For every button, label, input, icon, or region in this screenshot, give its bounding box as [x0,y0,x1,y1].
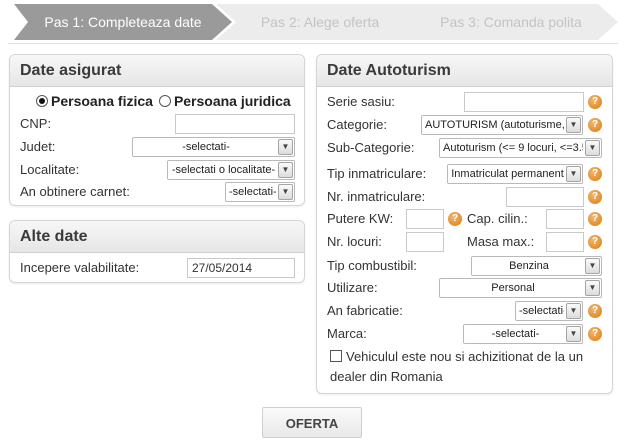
marca-label: Marca: [327,326,367,341]
radio-persoana-fizica[interactable]: Persoana fizica [36,93,153,109]
chevron-down-icon: ▼ [278,184,293,200]
row-subcategorie: Sub-Categorie: Autoturism (<= 9 locuri, … [317,138,612,158]
question-help-icon[interactable]: ? [588,118,602,132]
an-fab-label: An fabricatie: [327,303,403,318]
tip-inm-label: Tip inmatriculare: [327,166,427,181]
panel-date-autoturism: Date Autoturism Serie sasiu: ? Categorie… [316,54,613,394]
subcategorie-label: Sub-Categorie: [327,140,415,155]
step-3: Pas 3: Comanda polita [404,4,618,40]
steps-divider [8,43,618,44]
cnp-input[interactable] [175,114,295,134]
utilizare-select[interactable]: Personal ▼ [439,278,602,298]
question-help-icon[interactable]: ? [588,235,602,249]
an-fabricatie-select[interactable]: -selectati- ▼ [515,301,583,321]
localitate-select[interactable]: -selectati o localitate- ▼ [167,160,295,180]
panel-title: Date asigurat [10,55,304,87]
carnet-select[interactable]: -selectati- ▼ [225,182,295,202]
chevron-down-icon: ▼ [278,139,293,155]
persoana-type-group: Persoana fizica Persoana juridica [36,93,297,109]
serie-sasiu-input[interactable] [464,92,584,112]
subcategorie-select[interactable]: Autoturism (<= 9 locuri, <=3.5 ▼ [439,138,602,158]
row-judet: Judet: -selectati- ▼ [10,137,304,157]
chevron-down-icon: ▼ [278,162,293,178]
putere-kw-input[interactable] [406,209,444,229]
localitate-label: Localitate: [20,162,80,177]
nr-inmatriculare-input[interactable] [506,187,584,207]
panel-title: Date Autoturism [317,55,612,87]
row-categorie: Categorie: AUTOTURISM (autoturisme, a ▼ … [317,115,612,135]
row-nr-inmatriculare: Nr. inmatriculare: ? [317,187,612,207]
categorie-label: Categorie: [327,117,387,132]
vehicul-nou-label: Vehiculul este nou si achizitionat de la… [330,349,584,384]
judet-label: Judet: [20,139,56,154]
putere-label: Putere KW: [327,211,394,226]
chevron-down-icon: ▼ [566,303,581,319]
cap-label: Cap. cilin.: [467,211,528,226]
row-carnet: An obtinere carnet: -selectati- ▼ [10,182,304,202]
row-combustibil: Tip combustibil: Benzina ▼ [317,256,612,276]
combustibil-select[interactable]: Benzina ▼ [471,256,602,276]
chevron-down-icon: ▼ [566,117,581,133]
locuri-label: Nr. locuri: [327,234,382,249]
radio-selected-icon [36,95,48,107]
panel-date-asigurat: Date asigurat Persoana fizica Persoana ju… [9,54,305,206]
judet-select[interactable]: -selectati- ▼ [132,137,295,157]
row-valabilitate: Incepere valabilitate: [10,258,304,278]
row-an-fabricatie: An fabricatie: -selectati- ▼ ? [317,301,612,321]
categorie-select[interactable]: AUTOTURISM (autoturisme, a ▼ [421,115,583,135]
valabilitate-label: Incepere valabilitate: [20,260,140,275]
panel-alte-date: Alte date Incepere valabilitate: [9,220,305,283]
step-2: Pas 2: Alege oferta [216,4,424,40]
row-localitate: Localitate: -selectati o localitate- ▼ [10,160,304,180]
question-help-icon[interactable]: ? [588,327,602,341]
question-help-icon[interactable]: ? [588,95,602,109]
chevron-down-icon: ▼ [585,140,600,156]
masa-max-input[interactable] [546,232,584,252]
tip-inmatriculare-select[interactable]: Inmatriculat permanent ▼ [447,164,583,184]
combustibil-label: Tip combustibil: [327,258,417,273]
cnp-label: CNP: [20,116,52,131]
marca-select[interactable]: -selectati- ▼ [463,324,583,344]
question-help-icon[interactable]: ? [588,304,602,318]
row-tip-inmatriculare: Tip inmatriculare: Inmatriculat permanen… [317,164,612,184]
serie-label: Serie sasiu: [327,94,395,109]
chevron-down-icon: ▼ [585,258,600,274]
nr-inm-label: Nr. inmatriculare: [327,189,426,204]
vehicul-nou-checkbox[interactable] [330,350,342,362]
panel-title: Alte date [10,221,304,253]
question-help-icon[interactable]: ? [588,190,602,204]
vehicul-nou-checkbox-row[interactable]: Vehiculul este nou si achizitionat de la… [330,347,610,387]
steps-bar: Pas 3: Comanda polita Pas 2: Alege ofert… [8,4,618,40]
row-locuri-masa: Nr. locuri: Masa max.: ? [317,232,612,252]
question-help-icon[interactable]: ? [588,212,602,226]
row-marca: Marca: -selectati- ▼ ? [317,324,612,344]
row-utilizare: Utilizare: Personal ▼ [317,278,612,298]
masa-label: Masa max.: [467,234,535,249]
nr-locuri-input[interactable] [406,232,444,252]
row-cnp: CNP: [10,114,304,134]
radio-persoana-juridica[interactable]: Persoana juridica [158,93,291,109]
question-help-icon[interactable]: ? [588,167,602,181]
step-1-active: Pas 1: Completeaza date [14,4,232,40]
cap-cilindrica-input[interactable] [546,209,584,229]
valabilitate-date-input[interactable] [187,258,295,278]
radio-unselected-icon [158,95,171,107]
chevron-down-icon: ▼ [566,326,581,342]
chevron-down-icon: ▼ [566,166,581,182]
utilizare-label: Utilizare: [327,280,378,295]
chevron-down-icon: ▼ [585,280,600,296]
row-putere-cap: Putere KW: ? Cap. cilin.: ? [317,209,612,229]
oferta-submit-button[interactable]: OFERTA [262,407,362,438]
row-serie-sasiu: Serie sasiu: ? [317,92,612,112]
question-help-icon[interactable]: ? [448,212,462,226]
carnet-label: An obtinere carnet: [20,184,130,199]
